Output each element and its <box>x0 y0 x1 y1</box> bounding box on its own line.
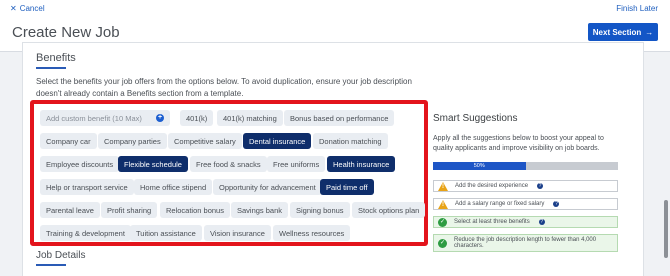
page-title: Create New Job <box>12 24 120 41</box>
benefit-chip-wellness-resources[interactable]: Wellness resources <box>273 225 351 241</box>
arrow-right-icon: → <box>645 27 654 37</box>
cancel-label: Cancel <box>19 4 45 13</box>
job-details-title-underline <box>36 264 66 266</box>
benefit-chip-dental-insurance[interactable]: Dental insurance <box>243 133 312 149</box>
suggestions-progress-bar: 50% <box>433 162 618 170</box>
benefit-chip-stock-options-plan[interactable]: Stock options plan <box>352 202 426 218</box>
benefit-chip-signing-bonus[interactable]: Signing bonus <box>290 202 350 218</box>
check-circle-icon: ✓ <box>438 238 447 248</box>
warning-triangle-icon <box>438 199 448 209</box>
benefits-title: Benefits <box>36 52 76 64</box>
help-icon[interactable]: ? <box>553 201 560 207</box>
suggestion-item: Add a salary range or fixed salary? <box>433 198 618 210</box>
custom-benefit-input[interactable]: Add custom benefit (10 Max) + <box>40 110 170 126</box>
cancel-link[interactable]: ✕ Cancel <box>10 4 45 13</box>
benefit-chip-401-k-matching[interactable]: 401(k) matching <box>217 110 283 126</box>
benefit-chip-employee-discounts[interactable]: Employee discounts <box>40 156 120 172</box>
suggestion-text: Add a salary range or fixed salary <box>455 201 545 207</box>
suggestion-item: ✓ Select at least three benefits? <box>433 216 618 228</box>
benefit-chip-company-parties[interactable]: Company parties <box>98 133 167 149</box>
suggestion-item: ✓ Reduce the job description length to fe… <box>433 234 618 252</box>
benefit-chip-company-car[interactable]: Company car <box>40 133 97 149</box>
next-section-label: Next Section <box>592 27 642 37</box>
benefit-chip-free-food-snacks[interactable]: Free food & snacks <box>190 156 267 172</box>
benefit-chip-flexible-schedule[interactable]: Flexible schedule <box>118 156 188 172</box>
benefit-chip-bonus-based-on-performance[interactable]: Bonus based on performance <box>284 110 395 126</box>
warning-triangle-icon <box>438 181 448 191</box>
benefit-chip-health-insurance[interactable]: Health insurance <box>327 156 396 172</box>
benefit-chip-home-office-stipend[interactable]: Home office stipend <box>134 179 213 195</box>
benefits-title-underline <box>36 67 66 69</box>
benefit-chip-donation-matching[interactable]: Donation matching <box>313 133 388 149</box>
help-icon[interactable]: ? <box>538 219 545 225</box>
smart-suggestions-description: Apply all the suggestions below to boost… <box>433 135 604 152</box>
benefit-chip-tuition-assistance[interactable]: Tuition assistance <box>130 225 202 241</box>
benefit-chip-help-or-transport-service[interactable]: Help or transport service <box>40 179 134 195</box>
benefit-chip-competitive-salary[interactable]: Competitive salary <box>168 133 242 149</box>
scrollbar[interactable] <box>664 200 668 258</box>
benefit-chip-401-k[interactable]: 401(k) <box>180 110 214 126</box>
benefit-chip-paid-time-off[interactable]: Paid time off <box>320 179 374 195</box>
smart-suggestions-title: Smart Suggestions <box>433 113 518 124</box>
benefit-chip-relocation-bonus[interactable]: Relocation bonus <box>160 202 230 218</box>
benefit-chip-free-uniforms[interactable]: Free uniforms <box>267 156 326 172</box>
suggestion-text: Reduce the job description length to few… <box>454 237 597 249</box>
finish-later-link[interactable]: Finish Later <box>616 4 658 13</box>
benefit-chip-profit-sharing[interactable]: Profit sharing <box>101 202 158 218</box>
check-circle-icon: ✓ <box>438 217 447 227</box>
job-details-title: Job Details <box>36 250 86 261</box>
close-icon: ✕ <box>10 4 17 13</box>
plus-icon[interactable]: + <box>156 114 164 122</box>
progress-label: 50% <box>473 163 485 169</box>
suggestion-item: Add the desired experience? <box>433 180 618 192</box>
benefit-chip-vision-insurance[interactable]: Vision insurance <box>204 225 271 241</box>
suggestion-text: Select at least three benefits <box>454 219 530 225</box>
benefit-chip-opportunity-for-advancement[interactable]: Opportunity for advancement <box>213 179 322 195</box>
benefits-description: Select the benefits your job offers from… <box>36 77 412 98</box>
next-section-button[interactable]: Next Section → <box>588 23 658 41</box>
custom-benefit-placeholder: Add custom benefit (10 Max) <box>46 113 142 123</box>
suggestion-text: Add the desired experience <box>455 183 529 189</box>
benefit-chip-savings-bank[interactable]: Savings bank <box>231 202 289 218</box>
benefit-chip-parental-leave[interactable]: Parental leave <box>40 202 100 218</box>
benefit-chip-training-development[interactable]: Training & development <box>40 225 131 241</box>
help-icon[interactable]: ? <box>537 183 544 189</box>
